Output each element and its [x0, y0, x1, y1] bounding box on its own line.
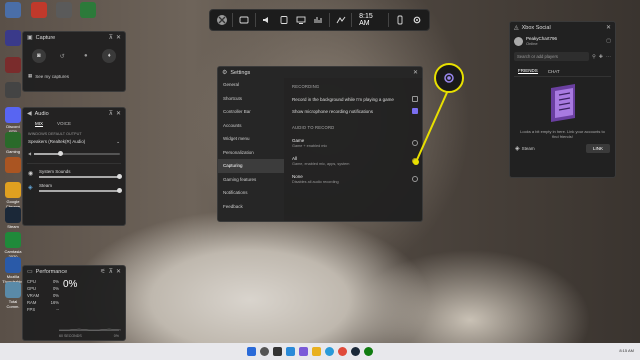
tab-friends[interactable]: FRIENDS	[518, 68, 538, 74]
edge-icon[interactable]	[324, 347, 334, 356]
close-icon[interactable]: ✕	[606, 24, 611, 31]
friend-icon[interactable]: ✚	[599, 54, 603, 60]
chat-icon[interactable]	[298, 347, 308, 356]
xbox-social-widget: ◬ Xbox Social ✕ PeakyChart796 Online ▢ S…	[509, 21, 616, 178]
steam-account-label: Steam	[521, 146, 535, 152]
taskbar: 8:15 AM	[0, 343, 640, 360]
chrome-icon[interactable]	[337, 347, 347, 356]
device-icon[interactable]: ▢	[606, 38, 611, 44]
xbox-icon[interactable]	[363, 347, 373, 356]
social-title: Xbox Social	[521, 24, 551, 31]
social-icon: ◬	[514, 25, 519, 31]
file-explorer-icon[interactable]	[311, 347, 321, 356]
filter-icon[interactable]: ⚲	[592, 54, 596, 60]
user-status: Online	[526, 41, 538, 46]
tray-area[interactable]: 8:15 AM	[619, 348, 640, 354]
empty-illustration	[510, 77, 615, 124]
search-icon[interactable]	[259, 347, 269, 356]
steam-icon[interactable]	[350, 347, 360, 356]
search-input[interactable]: Search or add players	[514, 52, 590, 61]
widgets-icon[interactable]	[285, 347, 295, 356]
tab-chat[interactable]: CHAT	[548, 69, 560, 74]
task-view-icon[interactable]	[272, 347, 282, 356]
start-icon[interactable]	[246, 347, 256, 356]
empty-message: Looks a bit empty in here. Link your acc…	[520, 129, 605, 140]
more-icon[interactable]: ⋯	[606, 54, 611, 60]
link-button[interactable]: LINK	[585, 144, 610, 154]
tray-time: 8:15 AM	[619, 348, 634, 354]
steam-icon: ◈	[515, 146, 520, 153]
search-placeholder: Search or add players	[517, 54, 558, 59]
avatar[interactable]	[514, 36, 523, 46]
